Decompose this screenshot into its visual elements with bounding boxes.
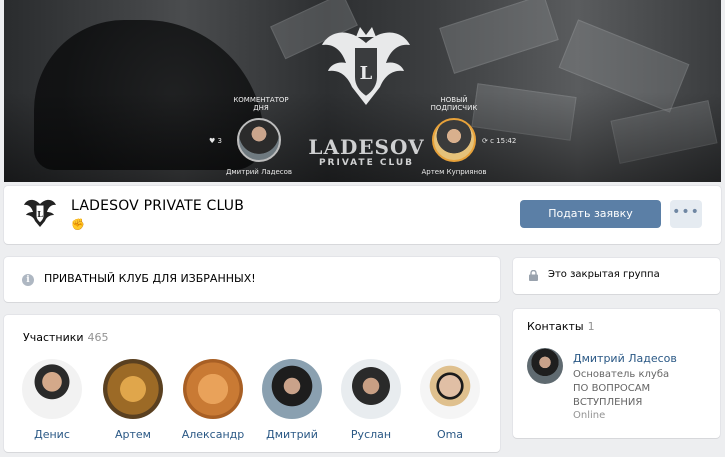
- commentator-caption: КОММЕНТАТОР ДНЯ: [233, 96, 289, 112]
- crest-logo-icon: L: [322, 27, 410, 105]
- contact-online-status: Online: [573, 410, 606, 421]
- contact-name[interactable]: Дмитрий Ладесов: [573, 352, 677, 365]
- svg-text:L: L: [37, 209, 43, 219]
- new-subscriber-name[interactable]: Артем Куприянов: [414, 168, 494, 176]
- members-count: 465: [87, 331, 109, 344]
- more-actions-button[interactable]: •••: [670, 200, 702, 228]
- member-item[interactable]: Артем: [101, 359, 165, 441]
- member-name[interactable]: Дмитрий: [260, 428, 324, 441]
- member-name[interactable]: Руслан: [339, 428, 403, 441]
- contacts-count: 1: [587, 320, 595, 333]
- group-cover: L LADESOV PRIVATE CLUB КОММЕНТАТОР ДНЯ ♥…: [4, 0, 721, 182]
- member-name[interactable]: Денис: [20, 428, 84, 441]
- fist-emoji-icon: ✊: [71, 218, 85, 231]
- member-avatar[interactable]: [183, 359, 243, 419]
- group-header: L LADESOV PRIVATE CLUB ✊ Подать заявку •…: [4, 186, 721, 244]
- member-item[interactable]: Денис: [20, 359, 84, 441]
- svg-text:L: L: [360, 63, 373, 84]
- member-avatar[interactable]: [420, 359, 480, 419]
- member-avatar[interactable]: [341, 359, 401, 419]
- cover-banknote: [439, 0, 559, 74]
- lock-icon: [529, 270, 538, 281]
- closed-group-text: Это закрытая группа: [548, 269, 660, 280]
- contact-avatar[interactable]: [527, 348, 563, 384]
- member-item[interactable]: Руслан: [339, 359, 403, 441]
- contacts-card: Контакты 1 Дмитрий Ладесов Основатель клу…: [513, 309, 720, 438]
- group-status-card: i ПРИВАТНЫЙ КЛУБ ДЛЯ ИЗБРАННЫХ!: [4, 257, 500, 302]
- contacts-header[interactable]: Контакты 1: [527, 320, 595, 333]
- join-request-button[interactable]: Подать заявку: [520, 200, 661, 228]
- info-icon: i: [22, 274, 34, 286]
- contact-role: Основатель клуба ПО ВОПРОСАМ ВСТУПЛЕНИЯ: [573, 369, 670, 408]
- member-avatar[interactable]: [103, 359, 163, 419]
- member-avatar[interactable]: [22, 359, 82, 419]
- new-subscriber-avatar[interactable]: [432, 118, 476, 162]
- members-label: Участники: [23, 331, 84, 344]
- contacts-label: Контакты: [527, 320, 584, 333]
- new-subscriber-caption: НОВЫЙ ПОДПИСЧИК: [430, 96, 478, 112]
- commentator-name[interactable]: Дмитрий Ладесов: [219, 168, 299, 176]
- members-card: Участники 465 Денис Артем Александр Дмитр…: [4, 315, 500, 452]
- member-name[interactable]: Артем: [101, 428, 165, 441]
- member-name[interactable]: Oma: [418, 428, 482, 441]
- cover-logo-title: LADESOV: [308, 135, 425, 159]
- member-item[interactable]: Александр: [181, 359, 245, 441]
- group-avatar-icon[interactable]: L: [22, 194, 58, 230]
- member-name[interactable]: Александр: [181, 428, 245, 441]
- members-header[interactable]: Участники 465: [23, 331, 109, 344]
- group-title: LADESOV PRIVATE CLUB: [71, 198, 245, 214]
- likes-counter: ♥ 3: [209, 137, 222, 145]
- group-status-text: ПРИВАТНЫЙ КЛУБ ДЛЯ ИЗБРАННЫХ!: [44, 272, 256, 285]
- cover-logo-subtitle: PRIVATE CLUB: [318, 158, 415, 168]
- commentator-avatar[interactable]: [237, 118, 281, 162]
- subscribe-time: ⟳ с 15:42: [482, 137, 517, 145]
- closed-group-card: Это закрытая группа: [513, 258, 720, 294]
- member-avatar[interactable]: [262, 359, 322, 419]
- member-item[interactable]: Oma: [418, 359, 482, 441]
- member-item[interactable]: Дмитрий: [260, 359, 324, 441]
